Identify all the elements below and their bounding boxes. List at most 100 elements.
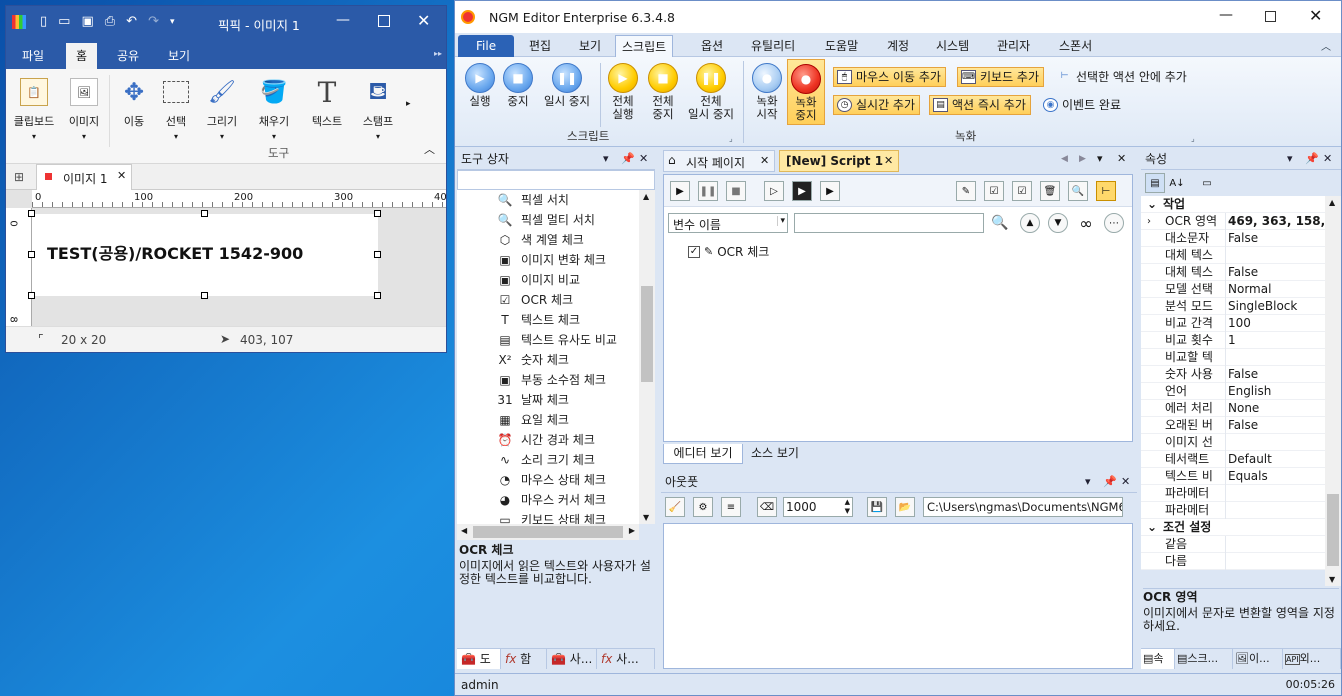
add-realtime-button[interactable]: ◷ 실시간 추가 xyxy=(833,95,921,115)
chevron-down-icon[interactable]: ▼ xyxy=(1048,213,1068,233)
pin-icon[interactable]: 📌 xyxy=(621,148,635,170)
property-row[interactable]: 비교 횟수 1 xyxy=(1141,332,1325,349)
minimize-button[interactable]: — xyxy=(336,12,350,28)
categorized-icon[interactable]: ▤ xyxy=(1145,173,1165,193)
toolbox-item[interactable]: T 텍스트 체크 xyxy=(457,310,655,330)
resize-handle[interactable] xyxy=(28,210,35,217)
menu-help[interactable]: 도움말 xyxy=(819,35,864,57)
toolbox-item[interactable]: X² 숫자 체크 xyxy=(457,350,655,370)
menu-sponsor[interactable]: 스폰서 xyxy=(1053,35,1098,57)
delay-input[interactable]: 1000 ▲ ▼ xyxy=(783,497,853,517)
property-row[interactable]: 비교 간격 100 xyxy=(1141,315,1325,332)
toolbox-item[interactable]: ▣ 부동 소수점 체크 xyxy=(457,370,655,390)
property-value[interactable]: None xyxy=(1225,400,1259,417)
clipboard-button[interactable]: 📋 클립보드 ▾ xyxy=(8,75,60,142)
fill-button[interactable]: 🪣 채우기 ▾ xyxy=(252,75,296,142)
toolbox-item[interactable]: 🔍 픽셀 서치 xyxy=(457,190,655,210)
menu-home[interactable]: 홈 xyxy=(66,43,98,69)
property-value[interactable]: False xyxy=(1225,417,1258,434)
menu-file[interactable]: File xyxy=(458,35,515,57)
property-row[interactable]: 대체 텍스 xyxy=(1141,247,1325,264)
open-folder-icon[interactable]: 📂 xyxy=(895,497,915,517)
property-category[interactable]: ⌄ 조건 설정 xyxy=(1141,519,1325,536)
property-value[interactable] xyxy=(1225,536,1228,553)
property-value[interactable] xyxy=(1225,485,1228,502)
grid-view-icon[interactable]: ⊞ xyxy=(14,170,24,184)
scroll-up-icon[interactable]: ▲ xyxy=(643,192,649,201)
step-run-icon[interactable]: ▷ xyxy=(764,181,784,201)
property-row[interactable]: 모델 선택 Normal xyxy=(1141,281,1325,298)
property-row[interactable]: 대소문자 False xyxy=(1141,230,1325,247)
collapse-icon[interactable]: ⌄ xyxy=(1147,196,1157,213)
property-value[interactable]: Equals xyxy=(1225,468,1268,485)
tab-close-icon[interactable]: ✕ xyxy=(760,154,769,167)
property-value[interactable]: English xyxy=(1225,383,1271,400)
save-icon[interactable]: ▣ xyxy=(81,14,93,29)
property-value[interactable]: SingleBlock xyxy=(1225,298,1297,315)
add-mouse-move-button[interactable]: 🖱 마우스 이동 추가 xyxy=(833,67,946,87)
ribbon-collapse-icon[interactable]: ▸▸ xyxy=(434,49,442,58)
stop-button[interactable]: ■ 중지 xyxy=(501,63,535,108)
print-icon[interactable]: ⎙ xyxy=(105,14,115,29)
event-done-button[interactable]: ◉ 이벤트 완료 xyxy=(1039,95,1126,115)
add-action-now-button[interactable]: ▤ 액션 즉시 추가 xyxy=(929,95,1031,115)
toolbox-scrollbar[interactable]: ▲ ▼ xyxy=(639,190,655,524)
tab-close-icon[interactable]: ✕ xyxy=(884,154,893,167)
property-row[interactable]: 파라메터 xyxy=(1141,485,1325,502)
toolbox-item[interactable]: ▣ 이미지 변화 체크 xyxy=(457,250,655,270)
image-canvas[interactable]: 0 100 200 300 40 0 8 TEST(공용)/ROCKET 154… xyxy=(6,190,446,326)
group-launcher-icon[interactable]: ⌟ xyxy=(1191,134,1195,143)
property-row[interactable]: 다름 xyxy=(1141,553,1325,570)
pause-button[interactable]: ❚❚ 일시 중지 xyxy=(539,63,595,108)
editor-view-tab[interactable]: 에디터 보기 xyxy=(663,444,743,464)
panel-menu-icon[interactable]: ▾ xyxy=(603,148,609,170)
property-value[interactable]: Normal xyxy=(1225,281,1271,298)
delete-icon[interactable]: 🗑 xyxy=(1040,181,1060,201)
maximize-button[interactable] xyxy=(378,15,390,27)
new-file-icon[interactable]: ▯ xyxy=(40,14,47,29)
captured-image[interactable]: TEST(공용)/ROCKET 1542-900 xyxy=(32,214,378,296)
tab-scroll-right-icon[interactable]: ▶ xyxy=(1079,154,1086,164)
property-row[interactable]: 에러 처리 None xyxy=(1141,400,1325,417)
property-row[interactable]: 오래된 버 False xyxy=(1141,417,1325,434)
search-icon[interactable]: 🔍 xyxy=(990,213,1010,233)
resize-handle[interactable] xyxy=(28,251,35,258)
image-button[interactable]: 🖼 이미지 ▾ xyxy=(64,75,104,142)
node-checkbox[interactable]: ✓ xyxy=(688,245,700,258)
property-row[interactable]: 숫자 사용 False xyxy=(1141,366,1325,383)
tab-scroll-left-icon[interactable]: ◀ xyxy=(1061,154,1068,164)
editor-close-icon[interactable]: ✕ xyxy=(1117,152,1126,165)
record-stop-button[interactable]: ● 녹화 중지 xyxy=(787,59,825,125)
eraser-icon[interactable]: ⌫ xyxy=(757,497,777,517)
property-category[interactable]: ⌄ 작업 xyxy=(1141,196,1325,213)
variable-name-select[interactable]: 변수 이름 ▾ xyxy=(668,213,788,233)
property-row[interactable]: 텍스트 비 Equals xyxy=(1141,468,1325,485)
scrollbar-thumb[interactable] xyxy=(641,286,653,382)
stop-script-icon[interactable]: ■ xyxy=(726,181,746,201)
scrollbar-thumb[interactable] xyxy=(473,526,623,538)
close-button[interactable]: ✕ xyxy=(417,11,430,30)
output-log[interactable] xyxy=(663,523,1133,669)
log-path-field[interactable]: C:\Users\ngmas\Documents\NGM6\ xyxy=(923,497,1123,517)
toolbox-item[interactable]: ▤ 텍스트 유사도 비교 xyxy=(457,330,655,350)
minimize-button[interactable]: — xyxy=(1219,7,1233,23)
toolbox-item[interactable]: ◕ 마우스 커서 체크 xyxy=(457,490,655,510)
resize-handle[interactable] xyxy=(201,210,208,217)
property-row[interactable]: 분석 모드 SingleBlock xyxy=(1141,298,1325,315)
scroll-down-icon[interactable]: ▼ xyxy=(1329,575,1335,584)
wrap-lines-icon[interactable]: ≡ xyxy=(721,497,741,517)
panel-close-icon[interactable]: ✕ xyxy=(1121,471,1130,493)
move-button[interactable]: ✥ 이동 xyxy=(114,75,154,129)
sort-alpha-icon[interactable]: A↓ xyxy=(1167,173,1187,193)
panel-menu-icon[interactable]: ▾ xyxy=(1085,471,1091,493)
external-api-tab[interactable]: API외... xyxy=(1283,649,1341,669)
property-row[interactable]: 같음 xyxy=(1141,536,1325,553)
property-value[interactable]: False xyxy=(1225,366,1258,383)
run-selected-icon[interactable]: ▶ xyxy=(820,181,840,201)
pin-icon[interactable]: 📌 xyxy=(1305,148,1319,170)
chevron-up-icon[interactable]: ▲ xyxy=(1020,213,1040,233)
toolbox-search-input[interactable] xyxy=(457,170,655,190)
pause-script-icon[interactable]: ❚❚ xyxy=(698,181,718,201)
toolbox-hscrollbar[interactable]: ◀ ▶ xyxy=(457,524,639,540)
toolbox-item[interactable]: ◔ 마우스 상태 체크 xyxy=(457,470,655,490)
